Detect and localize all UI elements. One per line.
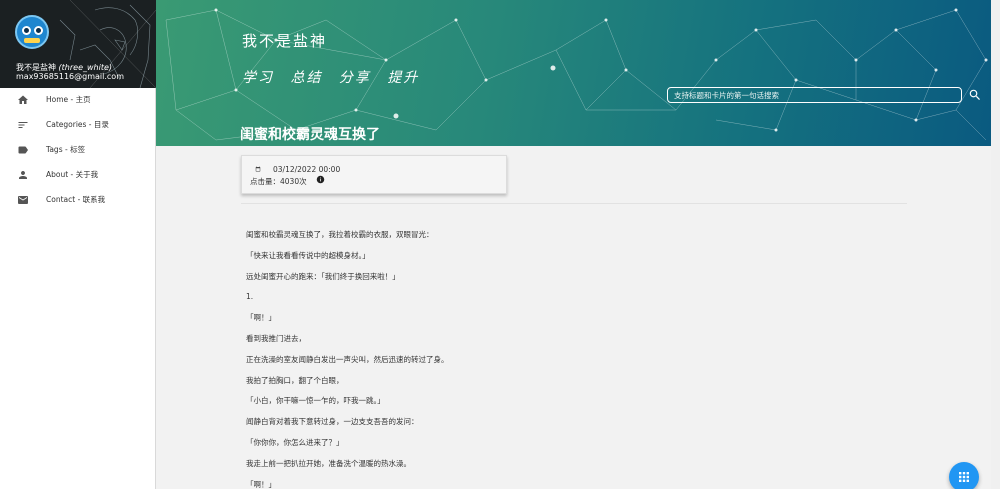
info-icon[interactable] — [316, 175, 325, 184]
sidebar-item-label: Tags - 标签 — [46, 145, 86, 154]
article-paragraph: 1. — [246, 292, 254, 302]
article-paragraph: 闺蜜和校霸灵魂互换了，我拉着校霸的衣服，双眼冒光： — [246, 230, 434, 239]
tag-icon — [18, 146, 28, 154]
sidebar-item-home[interactable]: Home - 主页 — [0, 88, 155, 113]
article-paragraph: 远处闺蜜开心的跑来：「我们终于换回来啦！」 — [246, 271, 400, 281]
post-title: 闺蜜和校霸灵魂互换了 — [240, 127, 380, 143]
floating-menu-button[interactable] — [949, 462, 979, 489]
site-title[interactable]: 我不是盐神 — [242, 30, 327, 51]
article-paragraph: 「你你你，你怎么进来了？」 — [246, 437, 344, 447]
sidebar-item-label: Home - 主页 — [46, 95, 91, 104]
site-slogan: 学习 总结 分享 提升 — [242, 70, 420, 86]
calendar-icon — [255, 166, 261, 172]
sidebar-item-contact[interactable]: Contact - 联系我 — [0, 188, 155, 213]
avatar-mouth — [24, 38, 40, 43]
scroll-gutter — [991, 0, 1000, 489]
sidebar-menu: Home - 主页 Categories - 目录 Tags - 标签 Abou… — [0, 88, 155, 213]
header-banner: 我不是盐神 学习 总结 分享 提升 闺蜜和校霸灵魂互换了 — [156, 0, 991, 146]
article-paragraph: 「啊！」 — [246, 479, 276, 489]
user-alias: (three_white) — [58, 63, 113, 72]
avatar-eye-right — [34, 26, 43, 35]
home-icon — [18, 95, 28, 104]
avatar[interactable] — [15, 15, 49, 49]
sidebar-item-tags[interactable]: Tags - 标签 — [0, 138, 155, 163]
article-paragraph: 我走上前一把扒拉开她，准备洗个温暖的热水澡。 — [246, 458, 411, 468]
sidebar-profile-header: 我不是盐神 (three_white) max93685116@gmail.co… — [0, 0, 156, 88]
article-paragraph: 闻静白背对着我下意转过身，一边支支吾吾的发问： — [246, 417, 419, 427]
mail-icon — [18, 196, 28, 204]
sidebar: 我不是盐神 (three_white) max93685116@gmail.co… — [0, 0, 156, 489]
article-body: 闺蜜和校霸灵魂互换了，我拉着校霸的衣服，双眼冒光： 「快来让我看看传说中的超模身… — [246, 229, 906, 489]
article-paragraph: 「快来让我看看传说中的超模身材。」 — [246, 250, 370, 260]
post-date: 03/12/2022 00:00 — [273, 165, 341, 174]
article-paragraph: 「啊！」 — [246, 313, 276, 323]
search-icon[interactable] — [968, 88, 982, 102]
post-meta-card: 03/12/2022 00:00 点击量：4030次 — [241, 155, 507, 194]
grid-menu-icon — [959, 472, 969, 482]
page: 我不是盐神 (three_white) max93685116@gmail.co… — [0, 0, 1000, 489]
search-input[interactable] — [667, 87, 962, 103]
sidebar-item-label: Categories - 目录 — [46, 120, 109, 129]
article-paragraph: 看到我推门进去， — [246, 333, 306, 343]
sidebar-item-label: Contact - 联系我 — [46, 195, 106, 204]
list-icon — [18, 122, 28, 128]
sidebar-item-label: About - 关于我 — [46, 170, 99, 179]
sidebar-item-about[interactable]: About - 关于我 — [0, 163, 155, 188]
article-paragraph: 正在洗澡的室友闻静白发出一声尖叫，然后迅速的转过了身。 — [246, 354, 449, 364]
article-paragraph: 我拍了拍胸口，翻了个白眼， — [246, 375, 344, 385]
person-icon — [19, 171, 27, 179]
avatar-eye-left — [22, 26, 31, 35]
user-name-text: 我不是盐神 — [16, 63, 56, 72]
content-divider — [241, 203, 907, 204]
post-view-count: 点击量：4030次 — [250, 177, 307, 186]
sidebar-item-categories[interactable]: Categories - 目录 — [0, 113, 155, 138]
user-email: max93685116@gmail.com — [16, 72, 124, 81]
article-paragraph: 「小白，你干嘛一惊一乍的，吓我一跳。」 — [246, 396, 385, 406]
